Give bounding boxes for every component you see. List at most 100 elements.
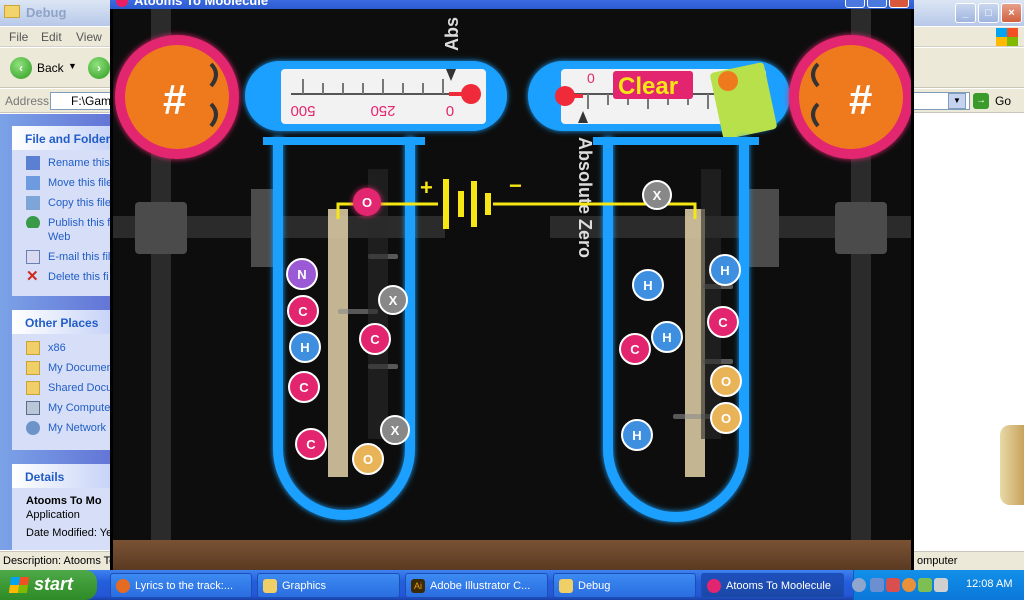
atom[interactable]: C	[707, 306, 739, 338]
details-name: Atooms To Mo	[26, 495, 102, 507]
go-arrow-icon[interactable]: →	[973, 93, 989, 109]
atom[interactable]: H	[651, 321, 683, 353]
maximize-button[interactable]: □	[978, 3, 999, 23]
game-window: Atooms To Moolecule 500 250 0 Abs # 0 Cl…	[110, 0, 914, 570]
menu-edit[interactable]: Edit	[41, 30, 62, 44]
lab-floor	[113, 540, 911, 570]
svg-text:C: C	[370, 332, 380, 347]
delete-x-icon: ✕	[26, 268, 39, 285]
speaker-tray-icon[interactable]	[934, 578, 948, 592]
atom[interactable]: C	[288, 371, 320, 403]
publish-globe-icon	[26, 216, 40, 228]
task-debug[interactable]: Debug	[553, 573, 696, 598]
task-atooms[interactable]: Atooms To Moolecule	[701, 573, 844, 598]
svg-text:C: C	[298, 304, 308, 319]
illustrator-icon: Ai	[411, 579, 425, 593]
folder-icon	[263, 579, 277, 593]
atom[interactable]: H	[632, 269, 664, 301]
my-documents-icon	[26, 361, 40, 375]
task-pane: File and Folder Rename this Move this fi…	[0, 114, 112, 550]
menu-view[interactable]: View	[76, 30, 102, 44]
atom[interactable]: C	[287, 295, 319, 327]
task-lyrics[interactable]: Lyrics to the track:...	[110, 573, 252, 598]
atom[interactable]: C	[359, 323, 391, 355]
battery-plus: +	[420, 175, 433, 200]
svg-text:H: H	[632, 428, 641, 443]
minimize-button[interactable]: _	[955, 3, 976, 23]
game-app-icon	[116, 0, 128, 7]
atom[interactable]: X	[642, 180, 672, 210]
svg-text:C: C	[299, 380, 309, 395]
back-arrow-icon[interactable]: ‹	[10, 57, 32, 79]
atom[interactable]: H	[289, 331, 321, 363]
game-maximize-button[interactable]	[867, 0, 887, 8]
task-copy[interactable]: Copy this file	[12, 194, 112, 214]
menu-file[interactable]: File	[9, 30, 28, 44]
atom[interactable]: H	[709, 254, 741, 286]
game-close-button[interactable]	[889, 0, 909, 8]
svg-text:H: H	[720, 263, 729, 278]
atom[interactable]: X	[378, 285, 408, 315]
atom[interactable]: C	[295, 428, 327, 460]
folder-icon	[559, 579, 573, 593]
svg-text:H: H	[662, 330, 671, 345]
task-publish-web[interactable]: Web	[12, 228, 112, 248]
task-graphics[interactable]: Graphics	[257, 573, 400, 598]
status-zone: omputer	[917, 555, 958, 567]
clock[interactable]: 12:08 AM	[966, 578, 1012, 590]
rename-icon	[26, 156, 40, 170]
file-folder-tasks-panel: File and Folder Rename this Move this fi…	[12, 126, 112, 296]
game-canvas[interactable]: 500 250 0 Abs # 0 Clear Absolute Zero # …	[113, 9, 911, 570]
bulb-left-hash-icon: #	[163, 76, 186, 123]
address-label: Address	[5, 94, 50, 108]
task-publish[interactable]: Publish this f	[12, 214, 112, 228]
atom[interactable]: C	[619, 333, 651, 365]
task-illustrator[interactable]: Ai Adobe Illustrator C...	[405, 573, 548, 598]
update-tray-icon[interactable]	[918, 578, 932, 592]
thermo-right-tick-0: 0	[587, 70, 595, 86]
file-tasks-heading[interactable]: File and Folder	[12, 126, 112, 150]
task-delete[interactable]: ✕ Delete this fi	[12, 268, 112, 288]
task-email[interactable]: E-mail this file	[12, 248, 112, 268]
details-modified: Date Modified: Ye	[26, 527, 112, 539]
other-places-panel: Other Places x86 My Documen Shared Docu …	[12, 310, 112, 450]
place-shared-documents[interactable]: Shared Docu	[12, 379, 112, 399]
address-dropdown-icon[interactable]: ▼	[948, 93, 966, 109]
recycle-bin-icon[interactable]	[1000, 425, 1024, 505]
forward-arrow-icon[interactable]: ›	[88, 57, 110, 79]
place-my-computer[interactable]: My Compute	[12, 399, 112, 419]
game-title-bar[interactable]: Atooms To Moolecule	[110, 0, 914, 9]
start-button[interactable]: start	[0, 570, 97, 600]
atom[interactable]: O	[710, 402, 742, 434]
network-icon	[26, 421, 40, 435]
atom[interactable]: X	[380, 415, 410, 445]
game-scene: 500 250 0 Abs # 0 Clear Absolute Zero # …	[113, 9, 911, 540]
tray-collapse-icon[interactable]	[852, 578, 866, 592]
place-my-network[interactable]: My Network	[12, 419, 112, 439]
atom[interactable]: H	[621, 419, 653, 451]
place-my-documents[interactable]: My Documen	[12, 359, 112, 379]
thermo-left-tick-500: 500	[290, 102, 315, 119]
folder-icon	[4, 5, 20, 18]
network-tray-icon[interactable]	[870, 578, 884, 592]
place-x86[interactable]: x86	[12, 339, 112, 359]
other-places-heading[interactable]: Other Places	[12, 310, 112, 334]
thermo-left-tick-0: 0	[446, 102, 454, 119]
task-move[interactable]: Move this file	[12, 174, 112, 194]
messenger-tray-icon[interactable]	[886, 578, 900, 592]
close-button[interactable]: ×	[1001, 3, 1022, 23]
app-tray-icon[interactable]	[902, 578, 916, 592]
go-button-label[interactable]: Go	[995, 94, 1011, 108]
task-rename[interactable]: Rename this	[12, 154, 112, 174]
atom[interactable]: O	[710, 365, 742, 397]
back-dropdown-icon[interactable]: ▼	[68, 61, 77, 71]
details-heading[interactable]: Details	[12, 464, 112, 488]
svg-text:O: O	[721, 374, 731, 389]
svg-text:H: H	[643, 278, 652, 293]
explorer-title: Debug	[26, 5, 67, 20]
game-minimize-button[interactable]	[845, 0, 865, 8]
shared-folder-icon	[26, 381, 40, 395]
atom[interactable]: O	[352, 443, 384, 475]
back-button-label[interactable]: Back	[37, 61, 64, 75]
atom[interactable]: N	[286, 258, 318, 290]
